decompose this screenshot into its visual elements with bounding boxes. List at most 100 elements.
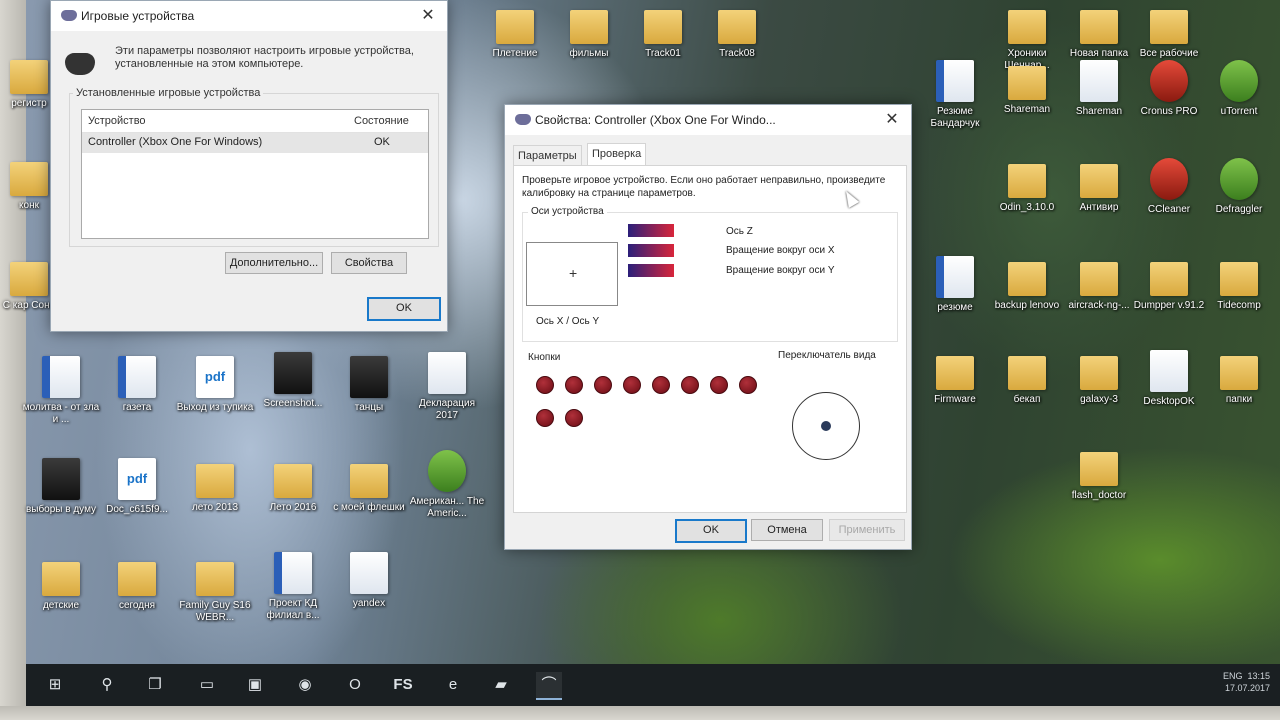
- tray-date[interactable]: 17.07.2017: [1225, 683, 1270, 693]
- desktop-icon[interactable]: Cronus PRO: [1130, 60, 1208, 118]
- desktop-icon[interactable]: молитва - от зла и ...: [22, 356, 100, 426]
- desktop-icon[interactable]: Shareman: [1060, 60, 1138, 118]
- app-icon[interactable]: ▰: [488, 672, 514, 698]
- column-device[interactable]: Устройство: [88, 115, 146, 127]
- desktop-icon[interactable]: pdf Выход из тупика: [176, 356, 254, 414]
- ok-button[interactable]: OK: [367, 297, 441, 321]
- advanced-button[interactable]: Дополнительно...: [225, 252, 323, 274]
- desktop-icon[interactable]: uTorrent: [1200, 60, 1278, 118]
- desktop-icon[interactable]: DesktopOK: [1130, 350, 1208, 408]
- desktop-icon[interactable]: Декларация 2017: [408, 352, 486, 422]
- desktop-icon[interactable]: Defraggler: [1200, 158, 1278, 216]
- desktop-icon[interactable]: Новая папка: [1060, 4, 1138, 60]
- desktop-icon[interactable]: Screenshot...: [254, 352, 332, 410]
- desktop-icon[interactable]: папки: [1200, 350, 1278, 406]
- tab-test[interactable]: Проверка: [587, 143, 647, 166]
- desktop-icon[interactable]: CCleaner: [1130, 158, 1208, 216]
- desktop-icon[interactable]: газета: [98, 356, 176, 414]
- desktop-icon[interactable]: Проект КД филиал в...: [254, 552, 332, 622]
- desktop-icon[interactable]: galaxy-3: [1060, 350, 1138, 406]
- chrome-icon[interactable]: ◉: [292, 672, 318, 698]
- desktop-icon[interactable]: flash_doctor: [1060, 446, 1138, 502]
- column-status[interactable]: Состояние: [354, 115, 409, 127]
- desktop-icon[interactable]: Track01: [624, 4, 702, 60]
- search-icon[interactable]: ⚲: [94, 672, 120, 698]
- desktop-icon[interactable]: бекап: [988, 350, 1066, 406]
- folder-icon: [1080, 452, 1118, 486]
- desktop-icon[interactable]: Плетение: [476, 4, 554, 60]
- folder-icon: [196, 562, 234, 596]
- desktop-icon-label: Doc_c615f9...: [106, 504, 168, 515]
- desktop-icon-label: Cronus PRO: [1140, 106, 1198, 117]
- desktop-icon[interactable]: танцы: [330, 356, 408, 414]
- folder-icon: [350, 464, 388, 498]
- desktop-icon[interactable]: Track08: [698, 4, 776, 60]
- title-bar[interactable]: Игровые устройства ✕: [51, 1, 447, 31]
- joystick-button-indicator: [536, 409, 554, 427]
- desktop-icon-label: Выход из тупика: [176, 402, 254, 413]
- desktop-icon-label: Family Guy S16 WEBR...: [179, 600, 251, 623]
- tray-language[interactable]: ENG: [1223, 671, 1243, 681]
- tab-settings[interactable]: Параметры: [513, 145, 582, 166]
- title-bar[interactable]: Свойства: Controller (Xbox One For Windo…: [505, 105, 911, 135]
- media-player-icon[interactable]: ▣: [242, 672, 268, 698]
- desktop-icon[interactable]: backup lenovo: [988, 256, 1066, 312]
- pov-label: Переключатель вида: [778, 350, 876, 361]
- desktop-icon[interactable]: резюме: [916, 256, 994, 314]
- desktop-icon[interactable]: Антивир: [1060, 158, 1138, 214]
- desktop-icon[interactable]: yandex: [330, 552, 408, 610]
- file-icon: [1220, 60, 1258, 102]
- close-icon[interactable]: ✕: [417, 5, 439, 27]
- edge-icon[interactable]: e: [440, 672, 466, 698]
- desktop-icon[interactable]: Tidecomp: [1200, 256, 1278, 312]
- ok-button[interactable]: OK: [675, 519, 747, 543]
- game-controller-icon[interactable]: ⌒: [536, 672, 562, 700]
- taskbar: ⊞ ⚲ ❐ ▭ ▣ ◉ O FS e ▰ ⌒ ENG 13:15 17.07.2…: [26, 664, 1280, 706]
- desktop-icon[interactable]: детские: [22, 556, 100, 612]
- desktop-icon[interactable]: Американ... The Americ...: [408, 450, 486, 520]
- desktop-icon-label: Shareman: [1075, 106, 1123, 117]
- desktop-icon-label: газета: [122, 402, 152, 413]
- joystick-button-indicator: [565, 376, 583, 394]
- desktop-icon[interactable]: Все рабочие: [1130, 4, 1208, 60]
- close-icon[interactable]: ✕: [881, 109, 903, 131]
- opera-icon[interactable]: O: [342, 672, 368, 698]
- task-view-icon[interactable]: ❐: [142, 672, 168, 698]
- desktop-icon[interactable]: pdf Doc_c615f9...: [98, 458, 176, 516]
- desktop-icon[interactable]: Odin_3.10.0: [988, 158, 1066, 214]
- cancel-button[interactable]: Отмена: [751, 519, 823, 541]
- desktop-icon-label: galaxy-3: [1080, 394, 1118, 405]
- window-title: Игровые устройства: [81, 9, 195, 23]
- desktop-icon[interactable]: Dumpper v.91.2: [1130, 256, 1208, 312]
- axes-label: Оси устройства: [528, 206, 607, 217]
- desktop-icon-label: танцы: [354, 402, 384, 413]
- desktop-icon[interactable]: фильмы: [550, 4, 628, 60]
- desktop-icon-label: Все рабочие: [1139, 48, 1199, 59]
- desktop-icon[interactable]: сегодня: [98, 556, 176, 612]
- desktop-icon-label: DesktopOK: [1143, 396, 1195, 407]
- tray-time[interactable]: 13:15: [1247, 671, 1270, 681]
- desktop-icon[interactable]: Firmware: [916, 350, 994, 406]
- fs-icon[interactable]: FS: [390, 672, 416, 698]
- apply-button[interactable]: Применить: [829, 519, 905, 541]
- desktop-icon-label: Новая папка: [1069, 48, 1129, 59]
- table-row[interactable]: Controller (Xbox One For Windows) OK: [82, 133, 428, 153]
- desktop-icon[interactable]: Лето 2016: [254, 458, 332, 514]
- desktop-icon[interactable]: с моей флешки: [330, 458, 408, 514]
- xy-axis-box: +: [526, 242, 618, 306]
- desktop-icon[interactable]: Family Guy S16 WEBR...: [176, 556, 254, 624]
- desktop-icon[interactable]: Shareman: [988, 60, 1066, 116]
- desktop-icon[interactable]: aircrack-ng-...: [1060, 256, 1138, 312]
- properties-button[interactable]: Свойства: [331, 252, 407, 274]
- folder-icon: [1008, 66, 1046, 100]
- system-tray[interactable]: ENG 13:15 17.07.2017: [1223, 670, 1270, 694]
- start-icon[interactable]: ⊞: [42, 672, 68, 698]
- devices-list[interactable]: Устройство Состояние Controller (Xbox On…: [81, 109, 429, 239]
- desktop-icon[interactable]: лето 2013: [176, 458, 254, 514]
- folder-icon: [1008, 10, 1046, 44]
- desktop-icon[interactable]: выборы в думу: [22, 458, 100, 516]
- joystick-button-indicator: [536, 376, 554, 394]
- file-explorer-icon[interactable]: ▭: [194, 672, 220, 698]
- desktop-icon-label: Track08: [719, 48, 755, 59]
- desktop-icon[interactable]: Резюме Бандарчук: [916, 60, 994, 130]
